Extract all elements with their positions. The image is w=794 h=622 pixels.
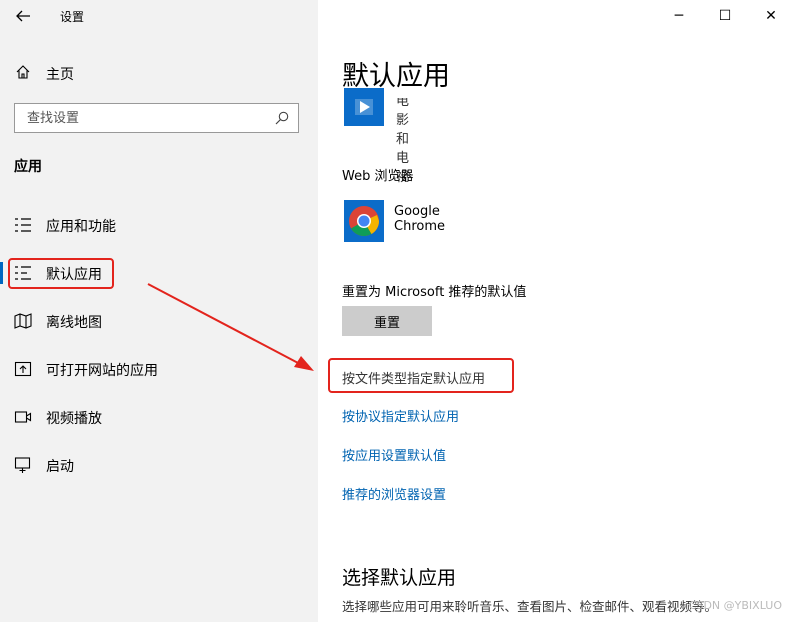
annotation-highlight-file-type [328,358,514,393]
apps-features-icon [14,216,32,234]
sidebar-item-startup[interactable]: 启动 [0,448,318,482]
browser-name: Google Chrome [394,204,445,234]
watermark: CSDN @YBIXLUO [688,599,782,612]
movies-tv-icon [344,88,384,126]
sidebar-item-label: 应用和功能 [46,219,116,235]
web-browser-heading: Web 浏览器 [342,169,414,184]
offline-maps-icon [14,312,32,330]
back-button[interactable] [12,6,34,26]
sidebar-item-video-playback[interactable]: 视频播放 [0,400,318,434]
home-nav-item[interactable]: 主页 [14,62,74,86]
sidebar-item-label: 离线地图 [46,315,102,331]
startup-icon [14,456,32,474]
title-bar: 设置 [0,0,318,32]
apps-for-websites-icon [14,360,32,378]
video-playback-icon [14,408,32,426]
sidebar-item-label: 启动 [46,459,74,475]
reset-button[interactable]: 重置 [342,306,432,336]
section-title: 应用 [14,159,42,175]
link-recommended-browser[interactable]: 推荐的浏览器设置 [342,484,446,503]
minimize-button[interactable]: ─ [656,0,702,32]
search-input[interactable] [25,110,269,127]
sidebar-item-apps-features[interactable]: 应用和功能 [0,208,318,242]
search-box[interactable] [14,103,299,133]
close-icon: ✕ [765,8,777,24]
app-title: 设置 [60,10,85,24]
link-by-protocol[interactable]: 按协议指定默认应用 [342,406,459,425]
scroll-clip-mask [396,88,536,98]
annotation-highlight-default-apps [8,258,114,289]
window-controls: ─ ☐ ✕ [656,0,794,32]
home-icon [14,64,32,84]
choose-default-apps-heading: 选择默认应用 [342,567,457,589]
chrome-icon [344,200,384,242]
maximize-icon: ☐ [718,8,732,24]
sidebar-item-label: 可打开网站的应用 [46,363,158,379]
arrow-left-icon [16,10,30,22]
close-button[interactable]: ✕ [748,0,794,32]
link-by-app[interactable]: 按应用设置默认值 [342,445,446,464]
sidebar-item-offline-maps[interactable]: 离线地图 [0,304,318,338]
choose-default-apps-description: 选择哪些应用可用来聆听音乐、查看图片、检查邮件、观看视频等。 [342,599,718,614]
reset-heading: 重置为 Microsoft 推荐的默认值 [342,285,527,300]
selection-indicator [0,262,3,284]
sidebar-item-label: 视频播放 [46,411,102,427]
sidebar: 设置 主页 应用 应用和功能 默认应用 离线地图 [0,0,318,622]
home-label: 主页 [46,67,74,83]
main-content: ─ ☐ ✕ 默认应用 电影和电视 Web 浏览器 Google Chrome 重… [318,0,794,622]
search-icon[interactable] [274,110,290,126]
sidebar-item-apps-for-websites[interactable]: 可打开网站的应用 [0,352,318,386]
maximize-button[interactable]: ☐ [702,0,748,32]
minimize-icon: ─ [674,8,684,24]
